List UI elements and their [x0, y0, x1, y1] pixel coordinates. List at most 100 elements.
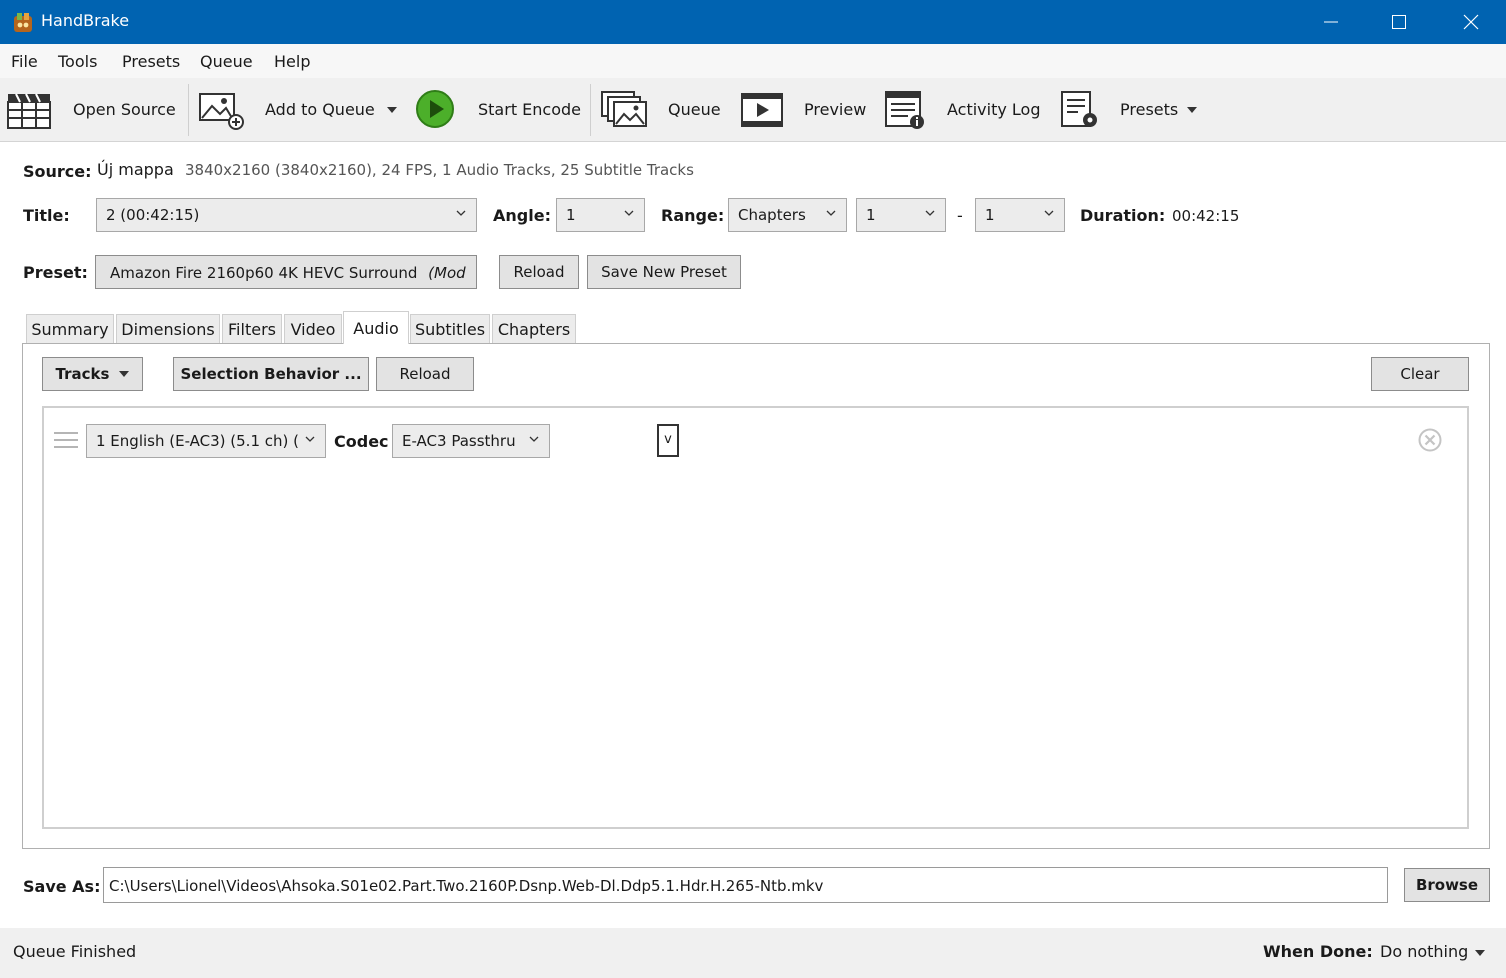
- audio-source-track-value: 1 English (E-AC3) (5.1 ch) (: [96, 432, 299, 450]
- presets-settings-icon: [1061, 91, 1097, 127]
- preset-reload-button[interactable]: Reload: [499, 255, 579, 289]
- range-label: Range:: [661, 206, 725, 225]
- chevron-down-icon: [529, 436, 539, 442]
- codec-select-value: E-AC3 Passthru: [402, 432, 516, 450]
- audio-track-list: 1 English (E-AC3) (5.1 ch) ( Codec E-AC3…: [42, 406, 1469, 829]
- range-type-value: Chapters: [738, 206, 806, 224]
- status-bar: Queue Finished When Done: Do nothing: [0, 928, 1506, 978]
- tab-audio[interactable]: Audio: [343, 311, 409, 344]
- range-start-select[interactable]: 1: [856, 198, 946, 232]
- add-to-queue-button[interactable]: Add to Queue: [194, 78, 404, 142]
- toolbar-separator: [590, 84, 591, 136]
- presets-dropdown-icon[interactable]: [1187, 107, 1197, 113]
- tab-filters[interactable]: Filters: [222, 314, 282, 344]
- add-to-queue-dropdown-icon[interactable]: [387, 107, 397, 113]
- audio-tab-panel: Tracks Selection Behavior ... Reload Cle…: [22, 343, 1490, 849]
- preset-label: Preset:: [23, 263, 88, 282]
- activity-log-icon: [885, 91, 924, 129]
- queue-icon: [601, 91, 647, 127]
- track-extra-toggle[interactable]: v: [657, 424, 679, 457]
- tracks-dropdown-icon: [119, 371, 130, 377]
- tab-summary[interactable]: Summary: [26, 314, 114, 344]
- tab-chapters[interactable]: Chapters: [492, 314, 576, 344]
- angle-select[interactable]: 1: [556, 198, 645, 232]
- tab-dimensions[interactable]: Dimensions: [116, 314, 220, 344]
- duration-label: Duration:: [1080, 206, 1166, 225]
- toolbar: Open Source Add to Queue Start Encode Qu…: [0, 78, 1506, 142]
- activity-log-label: Activity Log: [947, 100, 1041, 119]
- audio-track-row: 1 English (E-AC3) (5.1 ch) ( Codec E-AC3…: [44, 408, 1467, 468]
- range-type-select[interactable]: Chapters: [728, 198, 847, 232]
- audio-source-track-select[interactable]: 1 English (E-AC3) (5.1 ch) (: [86, 424, 326, 458]
- presets-label: Presets: [1120, 100, 1179, 119]
- tracks-button-label: Tracks: [55, 365, 110, 383]
- start-encode-button[interactable]: Start Encode: [410, 78, 586, 142]
- tab-subtitles[interactable]: Subtitles: [410, 314, 490, 344]
- add-to-queue-label: Add to Queue: [265, 100, 375, 119]
- open-source-button[interactable]: Open Source: [0, 78, 184, 142]
- clapperboard-icon: [7, 93, 51, 129]
- track-extra-toggle-label: v: [664, 432, 672, 447]
- save-as-label: Save As:: [23, 877, 101, 896]
- angle-select-value: 1: [566, 206, 576, 224]
- menu-help[interactable]: Help: [274, 52, 310, 71]
- clear-tracks-button[interactable]: Clear: [1371, 357, 1469, 391]
- drag-handle-icon[interactable]: [53, 430, 79, 450]
- preset-name: Amazon Fire 2160p60 4K HEVC Surround: [110, 264, 418, 282]
- open-source-label: Open Source: [73, 100, 176, 119]
- title-select-value: 2 (00:42:15): [106, 206, 200, 224]
- close-button[interactable]: [1436, 0, 1506, 44]
- menu-file[interactable]: File: [11, 52, 38, 71]
- range-end-select[interactable]: 1: [975, 198, 1065, 232]
- status-text: Queue Finished: [13, 942, 137, 961]
- source-info: 3840x2160 (3840x2160), 24 FPS, 1 Audio T…: [185, 161, 694, 179]
- tab-video[interactable]: Video: [284, 314, 342, 344]
- preset-modified-suffix: (Mod: [428, 264, 466, 282]
- range-start-value: 1: [866, 206, 876, 224]
- queue-label: Queue: [668, 100, 721, 119]
- preset-selector[interactable]: Amazon Fire 2160p60 4K HEVC Surround (Mo…: [95, 255, 477, 289]
- browse-button[interactable]: Browse: [1404, 868, 1490, 902]
- when-done-label: When Done:: [1263, 942, 1373, 961]
- save-new-preset-button[interactable]: Save New Preset: [587, 255, 741, 289]
- when-done-value: Do nothing: [1380, 942, 1469, 961]
- handbrake-logo-icon: [14, 13, 32, 32]
- close-icon: [1463, 14, 1479, 30]
- range-dash: -: [957, 206, 963, 225]
- preview-button[interactable]: Preview: [736, 78, 876, 142]
- start-encode-label: Start Encode: [478, 100, 582, 119]
- title-bar: HandBrake: [0, 0, 1506, 44]
- title-select[interactable]: 2 (00:42:15): [96, 198, 477, 232]
- duration-value: 00:42:15: [1172, 207, 1240, 225]
- menu-queue[interactable]: Queue: [200, 52, 253, 71]
- source-name: Új mappa: [97, 160, 174, 179]
- maximize-icon: [1392, 15, 1406, 29]
- codec-select[interactable]: E-AC3 Passthru: [392, 424, 550, 458]
- minimize-icon: [1324, 21, 1338, 23]
- title-label: Title:: [23, 206, 70, 225]
- audio-reload-button[interactable]: Reload: [376, 357, 474, 391]
- menu-tools[interactable]: Tools: [58, 52, 97, 71]
- chevron-down-icon: [925, 210, 935, 216]
- add-image-icon: [199, 93, 244, 130]
- film-preview-icon: [741, 93, 783, 127]
- when-done-select[interactable]: Do nothing: [1380, 942, 1490, 966]
- selection-behavior-button[interactable]: Selection Behavior ...: [173, 357, 369, 391]
- queue-button[interactable]: Queue: [596, 78, 730, 142]
- source-label: Source:: [23, 162, 92, 181]
- maximize-button[interactable]: [1364, 0, 1434, 44]
- save-as-path-value: C:\Users\Lionel\Videos\Ahsoka.S01e02.Par…: [109, 877, 824, 895]
- range-end-value: 1: [985, 206, 995, 224]
- remove-track-icon[interactable]: [1417, 427, 1443, 453]
- menu-presets[interactable]: Presets: [122, 52, 180, 71]
- when-done-dropdown-icon: [1475, 950, 1485, 956]
- presets-button[interactable]: Presets: [1056, 78, 1206, 142]
- chevron-down-icon: [305, 435, 315, 443]
- activity-log-button[interactable]: Activity Log: [880, 78, 1050, 142]
- tracks-button[interactable]: Tracks: [42, 357, 143, 391]
- codec-label: Codec: [334, 432, 389, 451]
- window-title: HandBrake: [41, 11, 130, 30]
- minimize-button[interactable]: [1296, 0, 1366, 44]
- chevron-down-icon: [456, 210, 466, 216]
- save-as-path-field[interactable]: C:\Users\Lionel\Videos\Ahsoka.S01e02.Par…: [103, 867, 1388, 903]
